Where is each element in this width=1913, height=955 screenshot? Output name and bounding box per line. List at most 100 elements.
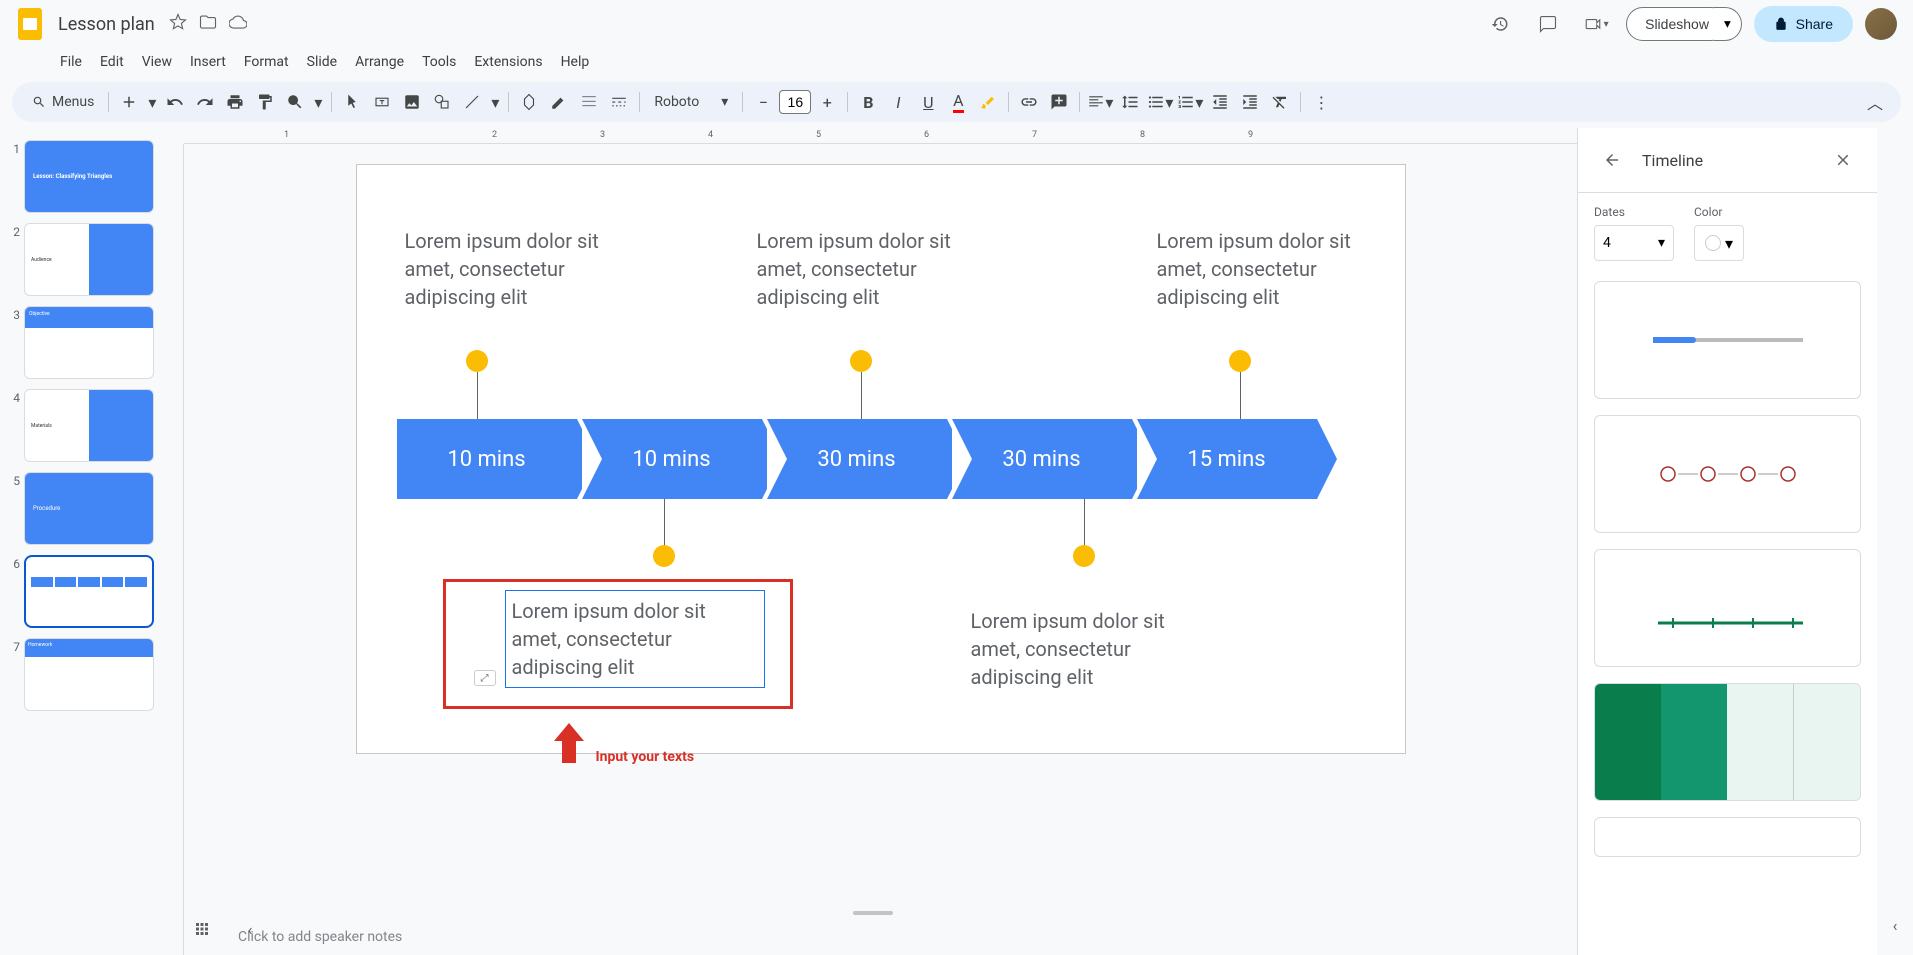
comments-icon[interactable] [1530,6,1566,42]
border-color-button[interactable] [545,88,573,116]
grid-view-icon[interactable] [184,911,220,947]
menu-format[interactable]: Format [236,50,297,74]
line-tool[interactable] [458,88,486,116]
speaker-notes[interactable]: Click to add speaker notes [224,919,1537,955]
comment-button[interactable] [1045,88,1073,116]
history-icon[interactable] [1482,6,1518,42]
timeline-dot [653,545,675,567]
image-tool[interactable] [398,88,426,116]
slides-logo[interactable] [16,6,44,42]
slide-canvas[interactable]: Lorem ipsum dolor sit amet, consectetur … [356,164,1406,754]
thumb-4[interactable]: Materials [24,389,154,462]
font-select[interactable]: Roboto ▾ [646,90,736,114]
document-title[interactable]: Lesson plan [52,12,161,37]
slides-panel[interactable]: 1Lesson: Classifying Triangles 2Audience… [0,128,168,955]
bold-button[interactable]: B [854,88,882,116]
more-button[interactable]: ⋮ [1307,88,1335,116]
numbered-button[interactable]: ▾ [1176,88,1204,116]
zoom-dropdown[interactable]: ▾ [311,88,325,116]
menu-tools[interactable]: Tools [414,50,464,74]
font-size-decrease[interactable]: − [749,88,777,116]
print-button[interactable] [221,88,249,116]
cloud-icon[interactable] [229,13,247,35]
menu-view[interactable]: View [134,50,180,74]
move-icon[interactable] [199,13,217,35]
indent-decrease-button[interactable] [1206,88,1234,116]
share-label: Share [1796,16,1833,32]
thumb-6[interactable] [24,555,154,628]
menu-file[interactable]: File [52,50,90,74]
highlight-button[interactable] [974,88,1002,116]
notes-drag-handle[interactable] [853,911,893,915]
zoom-button[interactable] [281,88,309,116]
menu-help[interactable]: Help [553,50,598,74]
thumb-2[interactable]: Audience [24,223,154,296]
timeline-text-top-1[interactable]: Lorem ipsum dolor sit amet, consectetur … [405,227,635,311]
menu-insert[interactable]: Insert [182,50,234,74]
thumb-7[interactable]: Homework [24,638,154,711]
star-icon[interactable] [169,13,187,35]
border-dash-button[interactable] [605,88,633,116]
dates-select[interactable]: 4▾ [1594,225,1674,261]
indent-increase-button[interactable] [1236,88,1264,116]
collapse-panel-icon[interactable]: ‹ [232,911,268,947]
timeline-template-4[interactable] [1594,683,1861,801]
timeline-text-top-2[interactable]: Lorem ipsum dolor sit amet, consectetur … [757,227,987,311]
line-dropdown[interactable]: ▾ [488,88,502,116]
bullets-button[interactable]: ▾ [1146,88,1174,116]
undo-button[interactable] [161,88,189,116]
timeline-segment-1[interactable]: 10 mins [397,419,577,499]
timeline-segment-3[interactable]: 30 mins [767,419,947,499]
thumb-1[interactable]: Lesson: Classifying Triangles [24,140,154,213]
timeline-connector [1240,372,1241,419]
font-size-input[interactable] [779,90,811,114]
meet-icon[interactable]: ▾ [1578,6,1614,42]
redo-button[interactable] [191,88,219,116]
autofit-icon[interactable]: ⤢ [474,670,496,686]
timeline-segment-4[interactable]: 30 mins [952,419,1132,499]
italic-button[interactable]: I [884,88,912,116]
timeline-segment-2[interactable]: 10 mins [582,419,762,499]
fill-color-button[interactable] [515,88,543,116]
timeline-template-2[interactable] [1594,415,1861,533]
timeline-template-3[interactable] [1594,549,1861,667]
timeline-text-top-3[interactable]: Lorem ipsum dolor sit amet, consectetur … [1157,227,1387,311]
menu-edit[interactable]: Edit [92,50,132,74]
select-tool[interactable] [338,88,366,116]
back-icon[interactable] [1594,142,1630,178]
thumb-3[interactable]: Objective [24,306,154,379]
textbox-tool[interactable] [368,88,396,116]
thumb-5[interactable]: Procedure [24,472,154,545]
new-slide-dropdown[interactable]: ▾ [145,88,159,116]
timeline-template-1[interactable] [1594,281,1861,399]
link-button[interactable] [1015,88,1043,116]
menu-slide[interactable]: Slide [299,50,345,74]
slideshow-dropdown[interactable]: ▾ [1714,7,1742,41]
ruler-horizontal: 1 2 3 4 5 6 7 8 9 [184,128,1577,144]
collapse-toolbar-icon[interactable]: ︿ [1861,88,1889,116]
text-color-button[interactable]: A [944,88,972,116]
timeline-template-5[interactable] [1594,817,1861,857]
side-rail-collapse-icon[interactable]: ‹ [1877,907,1913,943]
underline-button[interactable]: U [914,88,942,116]
avatar[interactable] [1865,8,1897,40]
align-button[interactable]: ▾ [1086,88,1114,116]
paint-format-button[interactable] [251,88,279,116]
search-menus[interactable]: Menus [24,90,102,114]
shape-tool[interactable] [428,88,456,116]
font-size-increase[interactable]: + [813,88,841,116]
new-slide-button[interactable] [115,88,143,116]
menu-extensions[interactable]: Extensions [466,50,550,74]
close-icon[interactable] [1825,142,1861,178]
timeline-segment-5[interactable]: 15 mins [1137,419,1317,499]
sidepanel-title: Timeline [1642,151,1813,170]
timeline-connector [664,499,665,546]
share-button[interactable]: Share [1754,6,1853,42]
color-select[interactable]: ▾ [1694,225,1744,261]
menu-arrange[interactable]: Arrange [347,50,412,74]
clear-format-button[interactable] [1266,88,1294,116]
line-spacing-button[interactable] [1116,88,1144,116]
timeline-text-bottom-2[interactable]: Lorem ipsum dolor sit amet, consectetur … [971,607,1201,691]
slideshow-button[interactable]: Slideshow [1626,7,1728,41]
border-weight-button[interactable] [575,88,603,116]
